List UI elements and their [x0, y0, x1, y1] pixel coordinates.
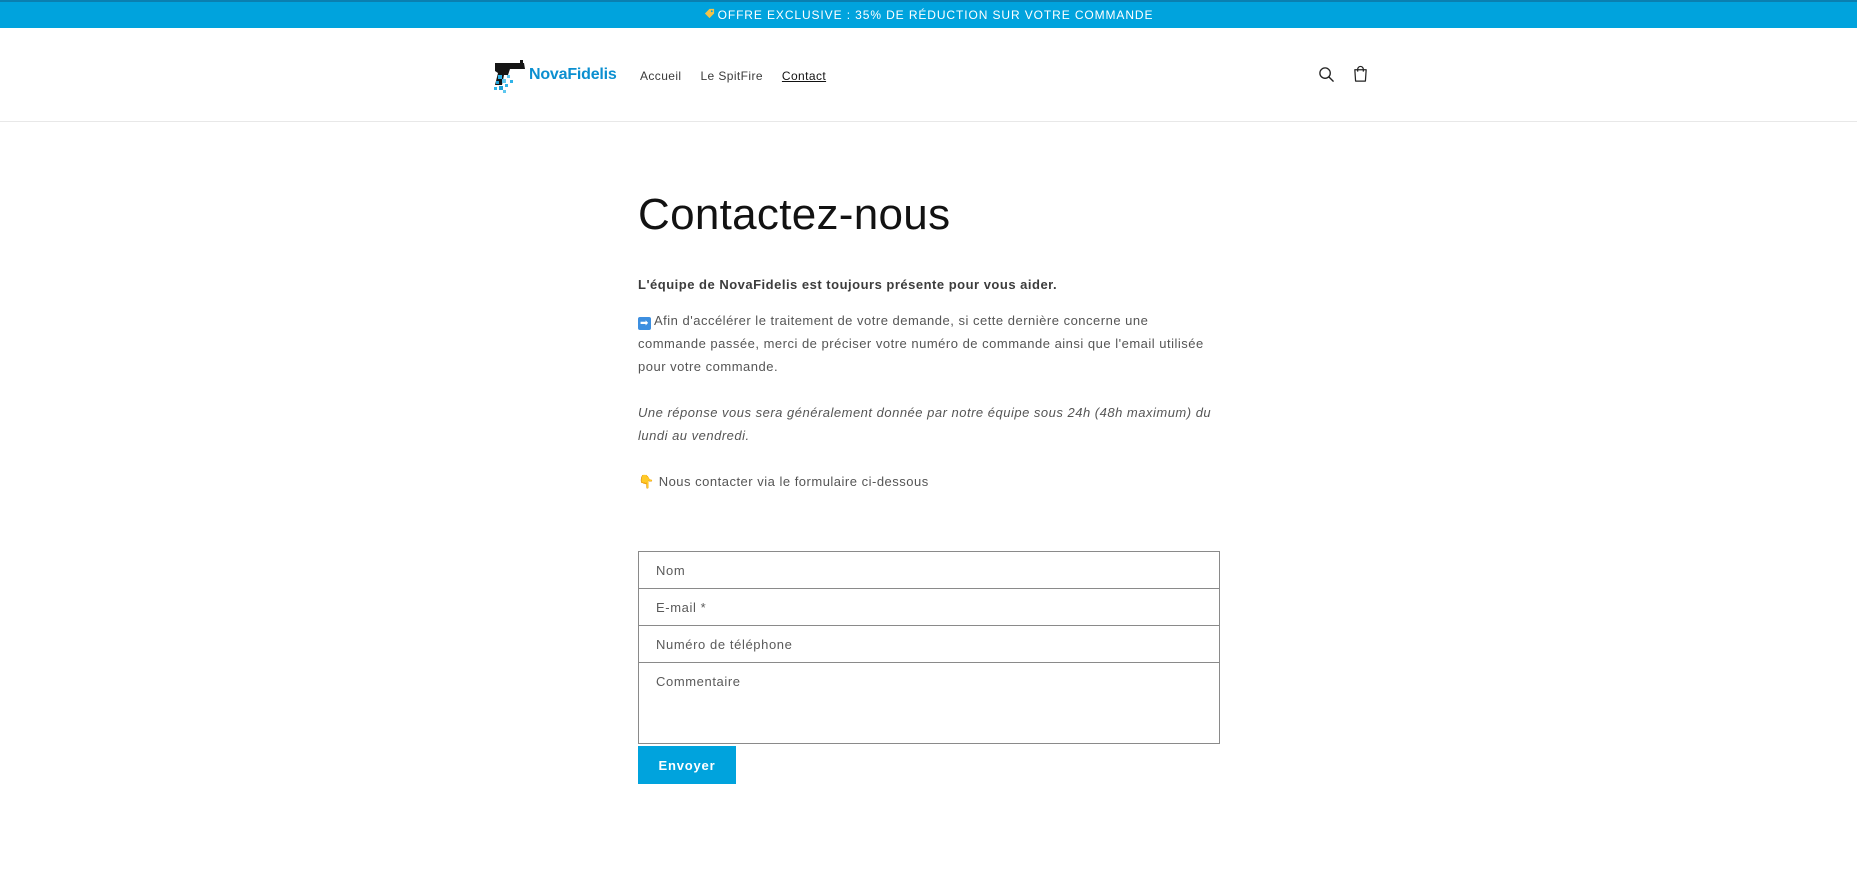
submit-button[interactable]: Envoyer — [638, 746, 736, 784]
right-arrow-icon: ➡ — [638, 317, 651, 330]
comment-textarea[interactable] — [639, 663, 1219, 743]
contact-form: Envoyer — [638, 551, 1220, 784]
email-field — [638, 588, 1220, 626]
email-input[interactable] — [639, 589, 1219, 625]
intro-text: L'équipe de NovaFidelis est toujours pré… — [638, 277, 1058, 292]
info-text: Afin d'accélérer le traitement de votre … — [638, 313, 1204, 374]
name-input[interactable] — [639, 552, 1219, 588]
pointing-down-hand-icon: 👇 — [638, 474, 655, 489]
pistol-logo-icon — [492, 53, 528, 97]
search-icon[interactable] — [1316, 64, 1336, 84]
form-hint-text: Nous contacter via le formulaire ci-dess… — [658, 474, 929, 489]
comment-field — [638, 662, 1220, 744]
main-nav: Accueil Le SpitFire Contact — [640, 69, 845, 83]
response-note: Une réponse vous sera généralement donné… — [638, 405, 1212, 443]
form-hint: 👇 Nous contacter via le formulaire ci-des… — [638, 470, 1220, 493]
logo[interactable]: NovaFidelis — [492, 52, 617, 98]
phone-field — [638, 625, 1220, 663]
nav-accueil[interactable]: Accueil — [640, 69, 681, 83]
info-paragraph: ➡ Afin d'accélérer le traitement de votre… — [638, 309, 1220, 378]
cart-icon[interactable] — [1350, 64, 1370, 84]
announcement-text: OFFRE EXCLUSIVE : 35% DE RÉDUCTION SUR V… — [717, 8, 1154, 22]
logo-text: NovaFidelis — [529, 66, 617, 83]
page-title: Contactez-nous — [638, 190, 951, 239]
phone-input[interactable] — [639, 626, 1219, 662]
announcement-bar: OFFRE EXCLUSIVE : 35% DE RÉDUCTION SUR V… — [0, 0, 1857, 28]
site-header: NovaFidelis Accueil Le SpitFire Contact — [0, 28, 1857, 122]
name-field — [638, 551, 1220, 589]
nav-le-spitfire[interactable]: Le SpitFire — [700, 69, 762, 83]
tag-icon — [704, 8, 715, 22]
nav-contact[interactable]: Contact — [782, 69, 826, 83]
